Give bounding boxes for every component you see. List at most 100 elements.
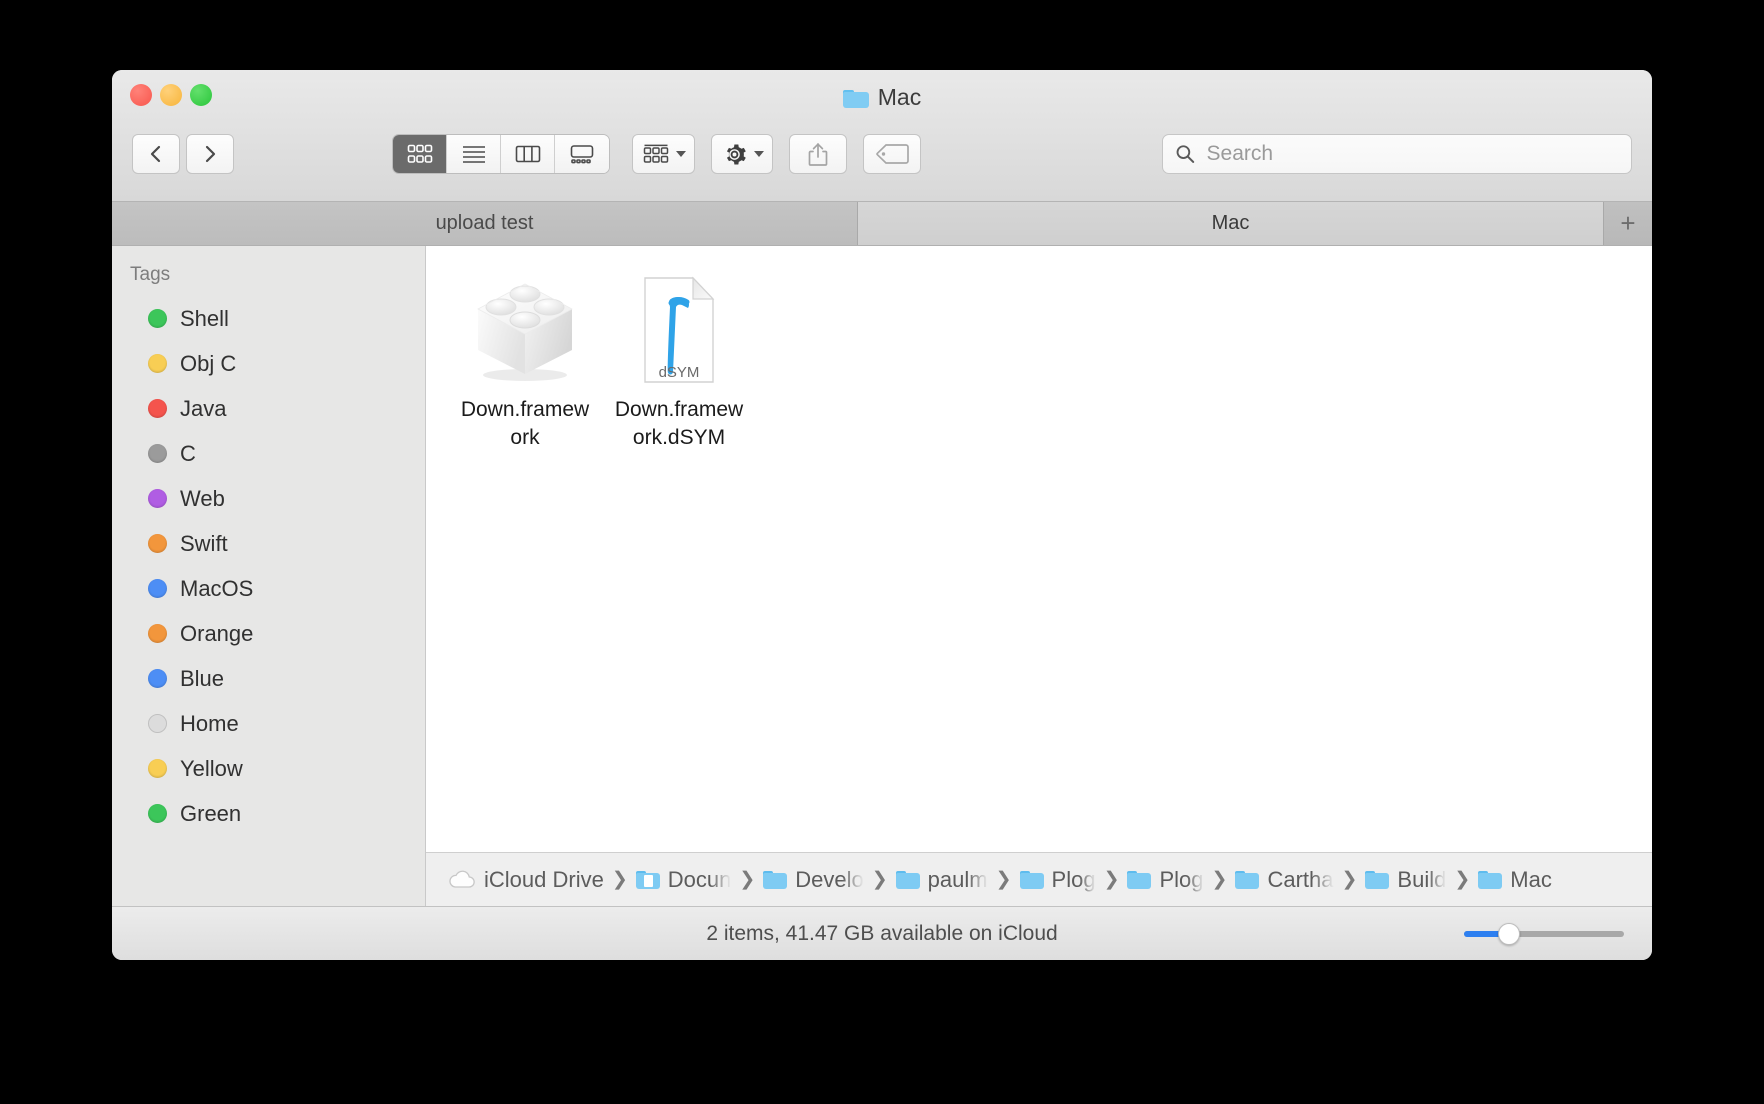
folder-icon: [895, 870, 920, 889]
folder-icon: [763, 870, 788, 889]
file-icon: dSYM: [633, 268, 725, 386]
sidebar-item-label: Yellow: [180, 755, 243, 781]
chevron-right-icon: ❯: [611, 869, 628, 890]
sidebar-item-java[interactable]: Java: [112, 386, 425, 431]
breadcrumb-plog-1[interactable]: Plog: [1019, 866, 1096, 893]
sidebar-item-obj-c[interactable]: Obj C: [112, 341, 425, 386]
sidebar-item-orange[interactable]: Orange: [112, 611, 425, 656]
sidebar-item-label: Shell: [180, 305, 229, 331]
forward-button[interactable]: [186, 134, 234, 174]
window-title: Mac: [112, 84, 1652, 111]
chevron-right-icon: ❯: [995, 869, 1012, 890]
sidebar-item-label: Swift: [180, 530, 228, 556]
breadcrumb-icloud-drive[interactable]: iCloud Drive: [448, 867, 604, 893]
sidebar-item-label: Web: [180, 485, 225, 511]
tab-mac[interactable]: Mac: [858, 202, 1604, 245]
gallery-icon: [570, 145, 594, 164]
file-grid[interactable]: Down.framework dSYM Down.framework.dSYM: [426, 246, 1652, 852]
dsym-document-icon: dSYM: [644, 276, 715, 383]
new-tab-button[interactable]: +: [1604, 202, 1652, 245]
sidebar-item-label: Home: [180, 710, 239, 736]
titlebar: Mac: [112, 70, 1652, 202]
breadcrumb-carthage[interactable]: Cartha: [1235, 866, 1334, 893]
sidebar-item-home[interactable]: Home: [112, 701, 425, 746]
tag-button[interactable]: [863, 134, 921, 174]
chevron-right-icon: ❯: [1103, 869, 1120, 890]
sidebar-item-macos[interactable]: MacOS: [112, 566, 425, 611]
search-field[interactable]: [1162, 134, 1632, 174]
breadcrumb-developer[interactable]: Develo: [763, 867, 864, 893]
tab-bar: upload test Mac +: [112, 202, 1652, 246]
plus-icon: +: [1620, 208, 1636, 238]
tab-label: Mac: [1211, 212, 1250, 234]
breadcrumb-label: Cartha: [1267, 866, 1334, 892]
breadcrumb-label: paulm: [927, 866, 988, 892]
tag-color-dot: [148, 444, 167, 463]
chevron-right-icon: ❯: [739, 869, 756, 890]
sidebar-item-shell[interactable]: Shell: [112, 296, 425, 341]
breadcrumb-build[interactable]: Build: [1365, 867, 1446, 893]
navigation-buttons: [132, 134, 234, 174]
tag-icon: [876, 144, 909, 164]
status-bar: 2 items, 41.47 GB available on iCloud: [112, 906, 1652, 960]
chevron-right-icon: ❯: [1341, 869, 1358, 890]
view-mode-column-button[interactable]: [501, 135, 555, 173]
tag-color-dot: [148, 759, 167, 778]
view-mode-gallery-button[interactable]: [555, 135, 609, 173]
sidebar-item-web[interactable]: Web: [112, 476, 425, 521]
document-folder-icon: [635, 870, 660, 889]
folder-icon: [1019, 870, 1044, 889]
list-icon: [462, 146, 485, 163]
sidebar-section-tags: Tags: [130, 264, 171, 285]
window-title-text: Mac: [877, 84, 922, 110]
sidebar-item-c[interactable]: C: [112, 431, 425, 476]
view-mode-icon-button[interactable]: [393, 135, 447, 173]
folder-icon: [842, 88, 869, 108]
sidebar-item-label: Orange: [180, 620, 254, 646]
finder-window: Mac Search upload test Mac + Tags Shell …: [112, 70, 1652, 960]
view-mode-list-button[interactable]: [447, 135, 501, 173]
breadcrumb-label: Plog: [1159, 866, 1204, 892]
sidebar-item-green[interactable]: Green: [112, 791, 425, 836]
cloud-icon: [449, 870, 475, 888]
search-input[interactable]: [1204, 141, 1619, 167]
sidebar-item-swift[interactable]: Swift: [112, 521, 425, 566]
breadcrumb-documents[interactable]: Docun: [635, 867, 731, 893]
grid-icon: [643, 144, 669, 163]
chevron-down-icon: [676, 151, 686, 157]
tag-color-dot: [148, 579, 167, 598]
framework-brick-icon: [477, 283, 573, 381]
sidebar-item-label: Blue: [180, 665, 225, 691]
folder-icon: [1478, 870, 1503, 889]
view-mode-segmented-control[interactable]: [392, 134, 610, 174]
file-name: Down.framework: [460, 398, 590, 449]
tab-upload-test[interactable]: upload test: [112, 202, 858, 245]
breadcrumb-plog-2[interactable]: Plog: [1127, 866, 1204, 893]
sidebar: Tags Shell Obj C Java C Web Swift MacOS …: [112, 246, 426, 906]
folder-icon: [1365, 870, 1390, 889]
icon-size-slider[interactable]: [1464, 922, 1624, 945]
chevron-right-icon: [205, 145, 216, 163]
status-text: 2 items, 41.47 GB available on iCloud: [706, 921, 1058, 945]
gear-icon: [726, 144, 746, 164]
tag-color-dot: [148, 804, 167, 823]
file-item-down-framework-dsym[interactable]: dSYM Down.framework.dSYM: [610, 268, 748, 451]
breadcrumb-label: Plog: [1051, 866, 1096, 892]
sidebar-item-blue[interactable]: Blue: [112, 656, 425, 701]
grid-icon: [407, 144, 432, 163]
share-button[interactable]: [789, 134, 847, 174]
tag-color-dot: [148, 624, 167, 643]
path-bar: iCloud Drive ❯ Docun ❯ Develo ❯ paulm ❯: [426, 852, 1652, 906]
file-item-down-framework[interactable]: Down.framework: [456, 268, 594, 451]
arrange-by-button[interactable]: [632, 134, 695, 174]
tag-color-dot: [148, 669, 167, 688]
columns-icon: [515, 145, 540, 163]
sidebar-item-yellow[interactable]: Yellow: [112, 746, 425, 791]
breadcrumb-mac[interactable]: Mac: [1478, 867, 1552, 893]
breadcrumb-paulm[interactable]: paulm: [895, 866, 988, 893]
action-menu-button[interactable]: [711, 134, 773, 174]
tag-color-dot: [148, 489, 167, 508]
sidebar-item-label: MacOS: [180, 575, 254, 601]
back-button[interactable]: [132, 134, 180, 174]
slider-knob[interactable]: [1498, 922, 1520, 945]
